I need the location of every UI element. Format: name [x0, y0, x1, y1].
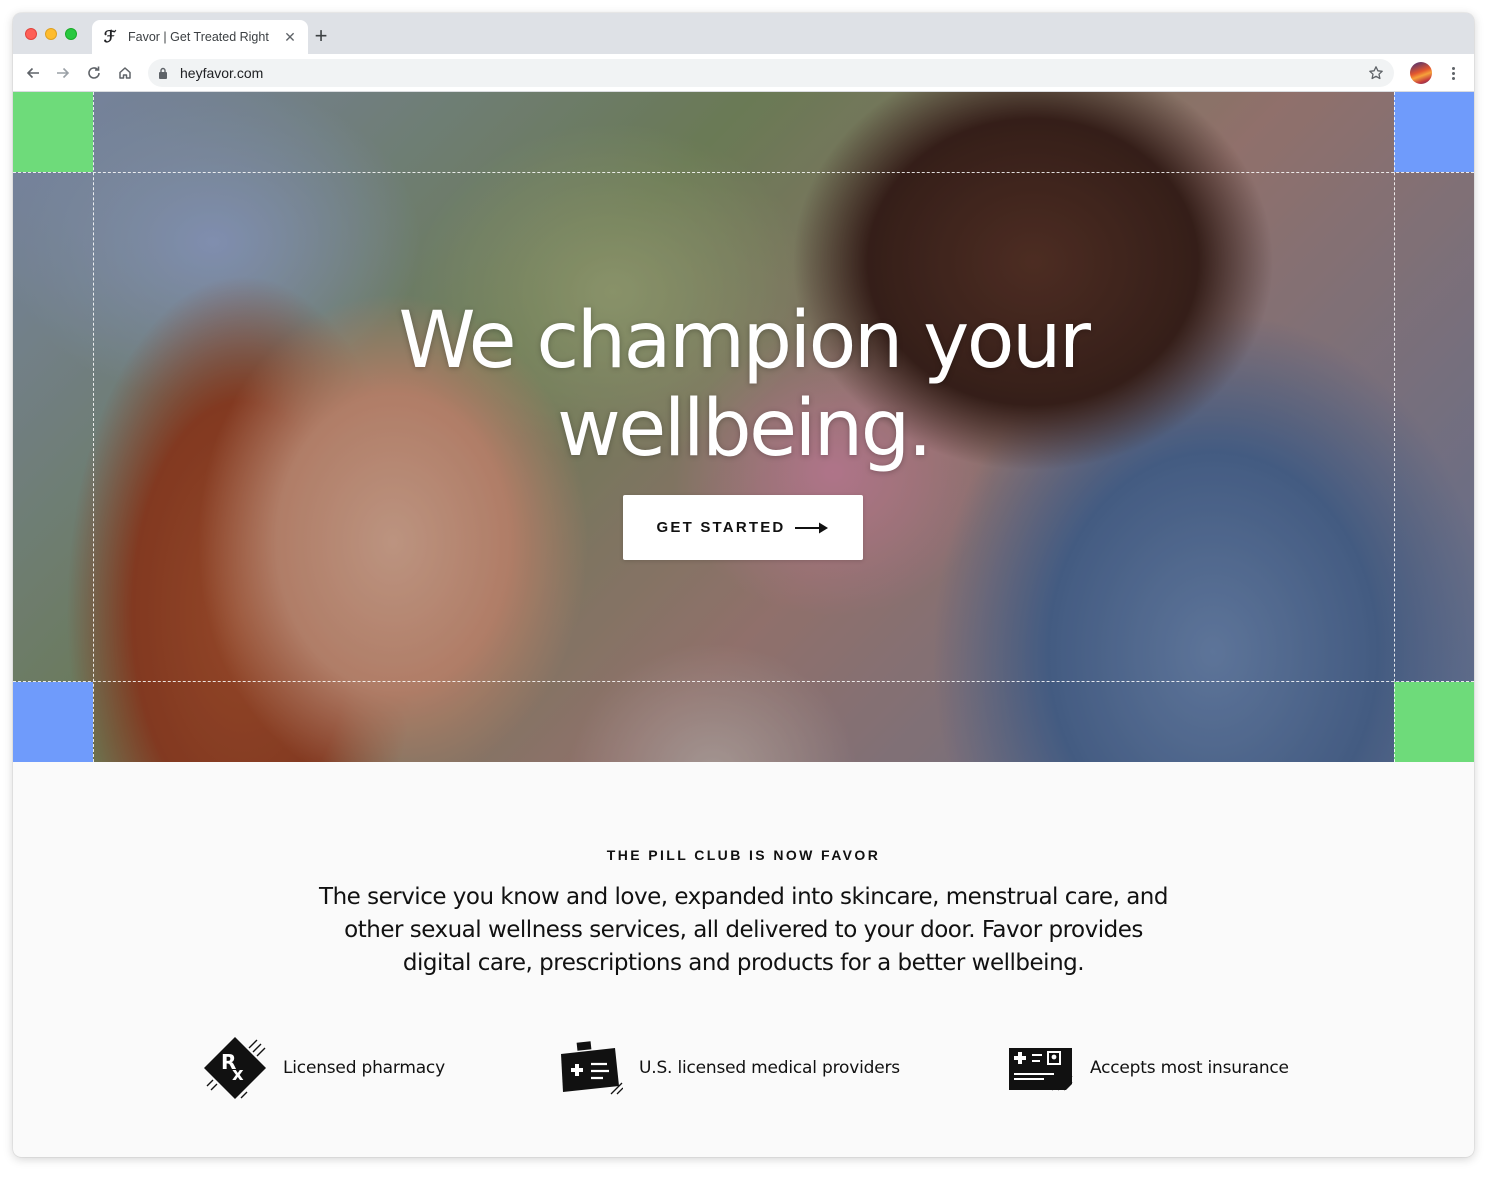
feature-licensed-pharmacy: R x Licensed pharmacy [203, 1033, 445, 1103]
forward-button[interactable] [53, 63, 73, 83]
medical-kit-icon [561, 1041, 623, 1095]
address-bar[interactable]: heyfavor.com [148, 59, 1394, 87]
hero-banner: We champion your wellbeing. GET STARTED [13, 92, 1474, 762]
arrow-right-icon [795, 522, 829, 533]
browser-window: ℱ Favor | Get Treated Right ✕ + heyfavor… [13, 13, 1474, 1157]
feature-label: Accepts most insurance [1090, 1058, 1289, 1078]
lock-icon [159, 67, 167, 79]
corner-block-blue [13, 682, 93, 762]
profile-avatar[interactable] [1410, 62, 1432, 84]
feature-accepts-insurance: Accepts most insurance [1008, 1033, 1289, 1103]
rx-diamond-icon: R x [204, 1037, 266, 1099]
get-started-button[interactable]: GET STARTED [623, 495, 863, 560]
insurance-card-icon [1009, 1048, 1073, 1091]
browser-menu-icon[interactable] [1443, 63, 1463, 83]
tab-title: Favor | Get Treated Right [128, 30, 269, 44]
section-eyebrow: THE PILL CLUB IS NOW FAVOR [606, 847, 881, 863]
favor-logo-icon: ℱ [103, 27, 117, 46]
corner-block-green [13, 92, 93, 172]
url-text[interactable]: heyfavor.com [180, 65, 1368, 81]
back-button[interactable] [23, 63, 43, 83]
get-started-label: GET STARTED [656, 519, 786, 536]
hero-headline-line2: wellbeing. [556, 384, 933, 474]
maximize-window-button[interactable] [65, 28, 77, 40]
new-tab-button[interactable]: + [310, 25, 332, 47]
feature-label: Licensed pharmacy [283, 1058, 445, 1078]
hero-headline-line1: We champion your [398, 296, 1091, 386]
browser-tab[interactable]: ℱ Favor | Get Treated Right ✕ [92, 20, 308, 54]
arrow-right-icon [57, 67, 70, 79]
hero-headline: We champion your wellbeing. [13, 297, 1474, 473]
svg-text:x: x [232, 1064, 244, 1085]
tab-strip: ℱ Favor | Get Treated Right ✕ + [13, 13, 1474, 54]
feature-medical-providers: U.S. licensed medical providers [559, 1033, 900, 1103]
tab-close-icon[interactable]: ✕ [282, 29, 298, 45]
reload-button[interactable] [84, 63, 104, 83]
guide-line [13, 172, 1474, 173]
close-window-button[interactable] [25, 28, 37, 40]
corner-block-blue [1394, 92, 1474, 172]
reload-icon [88, 66, 100, 79]
corner-block-green [1394, 682, 1474, 762]
intro-paragraph: The service you know and love, expanded … [319, 884, 1168, 976]
bookmark-star-icon[interactable] [1368, 65, 1384, 81]
browser-toolbar: heyfavor.com [13, 54, 1474, 92]
feature-label: U.S. licensed medical providers [639, 1058, 900, 1078]
arrow-left-icon [26, 67, 39, 79]
guide-line [13, 681, 1474, 682]
minimize-window-button[interactable] [45, 28, 57, 40]
home-button[interactable] [115, 63, 135, 83]
home-icon [119, 67, 131, 79]
